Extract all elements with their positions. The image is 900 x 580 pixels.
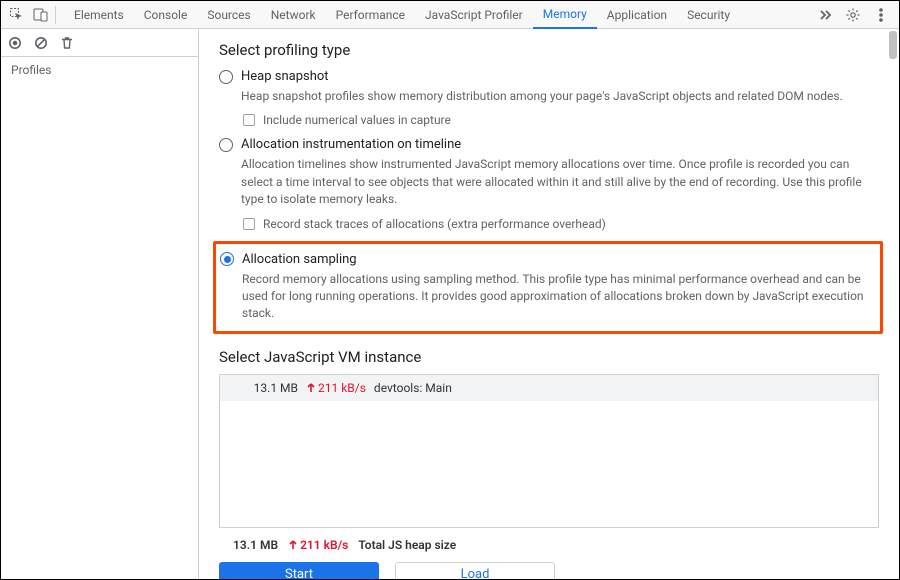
option-heap-snapshot[interactable]: Heap snapshot Heap snapshot profiles sho… bbox=[219, 69, 879, 127]
profiling-type-heading: Select profiling type bbox=[219, 41, 879, 59]
trend-up-icon bbox=[288, 540, 298, 550]
divider bbox=[55, 6, 56, 24]
sidebar-heading: Profiles bbox=[1, 57, 198, 83]
device-toggle-icon[interactable] bbox=[32, 6, 50, 24]
checkbox-include-numeric[interactable] bbox=[243, 114, 255, 126]
total-rate: 211 kB/s bbox=[288, 538, 348, 552]
radio-heap-snapshot[interactable] bbox=[219, 70, 233, 84]
action-buttons: Start Load bbox=[219, 558, 879, 579]
option-title: Allocation sampling bbox=[242, 252, 357, 267]
option-allocation-timeline[interactable]: Allocation instrumentation on timeline A… bbox=[219, 137, 879, 230]
clear-icon[interactable] bbox=[33, 35, 49, 51]
tab-memory[interactable]: Memory bbox=[533, 1, 597, 29]
panel-tabs: Elements Console Sources Network Perform… bbox=[64, 1, 811, 28]
sidebar-toolbar bbox=[1, 29, 198, 57]
tab-network[interactable]: Network bbox=[261, 1, 326, 28]
tab-performance[interactable]: Performance bbox=[326, 1, 415, 28]
subopt-include-numeric[interactable]: Include numerical values in capture bbox=[243, 113, 879, 127]
delete-icon[interactable] bbox=[59, 35, 75, 51]
highlighted-option: Allocation sampling Record memory alloca… bbox=[213, 241, 883, 334]
vm-mem: 13.1 MB bbox=[234, 381, 298, 395]
settings-gear-icon[interactable] bbox=[844, 6, 862, 24]
vm-instance-heading: Select JavaScript VM instance bbox=[219, 348, 879, 366]
tab-security[interactable]: Security bbox=[677, 1, 740, 28]
radio-allocation-sampling[interactable] bbox=[220, 252, 234, 266]
option-desc: Allocation timelines show instrumented J… bbox=[241, 156, 879, 208]
subopt-stack-traces[interactable]: Record stack traces of allocations (extr… bbox=[243, 217, 879, 231]
devtools-tabstrip: Elements Console Sources Network Perform… bbox=[1, 1, 899, 29]
heap-totals: 13.1 MB 211 kB/s Total JS heap size bbox=[219, 528, 879, 558]
checkbox-stack-traces[interactable] bbox=[243, 218, 255, 230]
option-desc: Record memory allocations using sampling… bbox=[242, 271, 872, 323]
profiles-sidebar: Profiles bbox=[1, 29, 199, 579]
tab-console[interactable]: Console bbox=[134, 1, 198, 28]
vm-name: devtools: Main bbox=[374, 381, 452, 395]
vm-instance-row[interactable]: 13.1 MB 211 kB/s devtools: Main bbox=[220, 375, 878, 401]
tab-elements[interactable]: Elements bbox=[64, 1, 134, 28]
subopt-label: Include numerical values in capture bbox=[263, 113, 451, 127]
option-desc: Heap snapshot profiles show memory distr… bbox=[241, 88, 879, 105]
kebab-menu-icon[interactable] bbox=[872, 6, 890, 24]
total-mem: 13.1 MB bbox=[233, 538, 278, 552]
option-title: Allocation instrumentation on timeline bbox=[241, 137, 461, 152]
option-allocation-sampling[interactable]: Allocation sampling Record memory alloca… bbox=[220, 252, 872, 323]
radio-allocation-timeline[interactable] bbox=[219, 138, 233, 152]
record-icon[interactable] bbox=[7, 35, 23, 51]
vm-instance-list: 13.1 MB 211 kB/s devtools: Main bbox=[219, 374, 879, 528]
memory-panel-content: Select profiling type Heap snapshot Heap… bbox=[199, 29, 899, 579]
load-button[interactable]: Load bbox=[395, 562, 555, 579]
tab-application[interactable]: Application bbox=[597, 1, 677, 28]
option-title: Heap snapshot bbox=[241, 69, 329, 84]
more-tabs-icon[interactable] bbox=[816, 6, 834, 24]
start-button[interactable]: Start bbox=[219, 562, 379, 579]
tab-sources[interactable]: Sources bbox=[197, 1, 260, 28]
total-rate-value: 211 kB/s bbox=[300, 538, 348, 552]
vm-rate: 211 kB/s bbox=[306, 381, 366, 395]
total-label: Total JS heap size bbox=[358, 538, 456, 552]
subopt-label: Record stack traces of allocations (extr… bbox=[263, 217, 606, 231]
vm-rate-value: 211 kB/s bbox=[318, 381, 366, 395]
inspect-icon[interactable] bbox=[8, 6, 26, 24]
tab-js-profiler[interactable]: JavaScript Profiler bbox=[415, 1, 533, 28]
scrollbar-thumb[interactable] bbox=[889, 31, 897, 59]
trend-up-icon bbox=[306, 383, 316, 393]
